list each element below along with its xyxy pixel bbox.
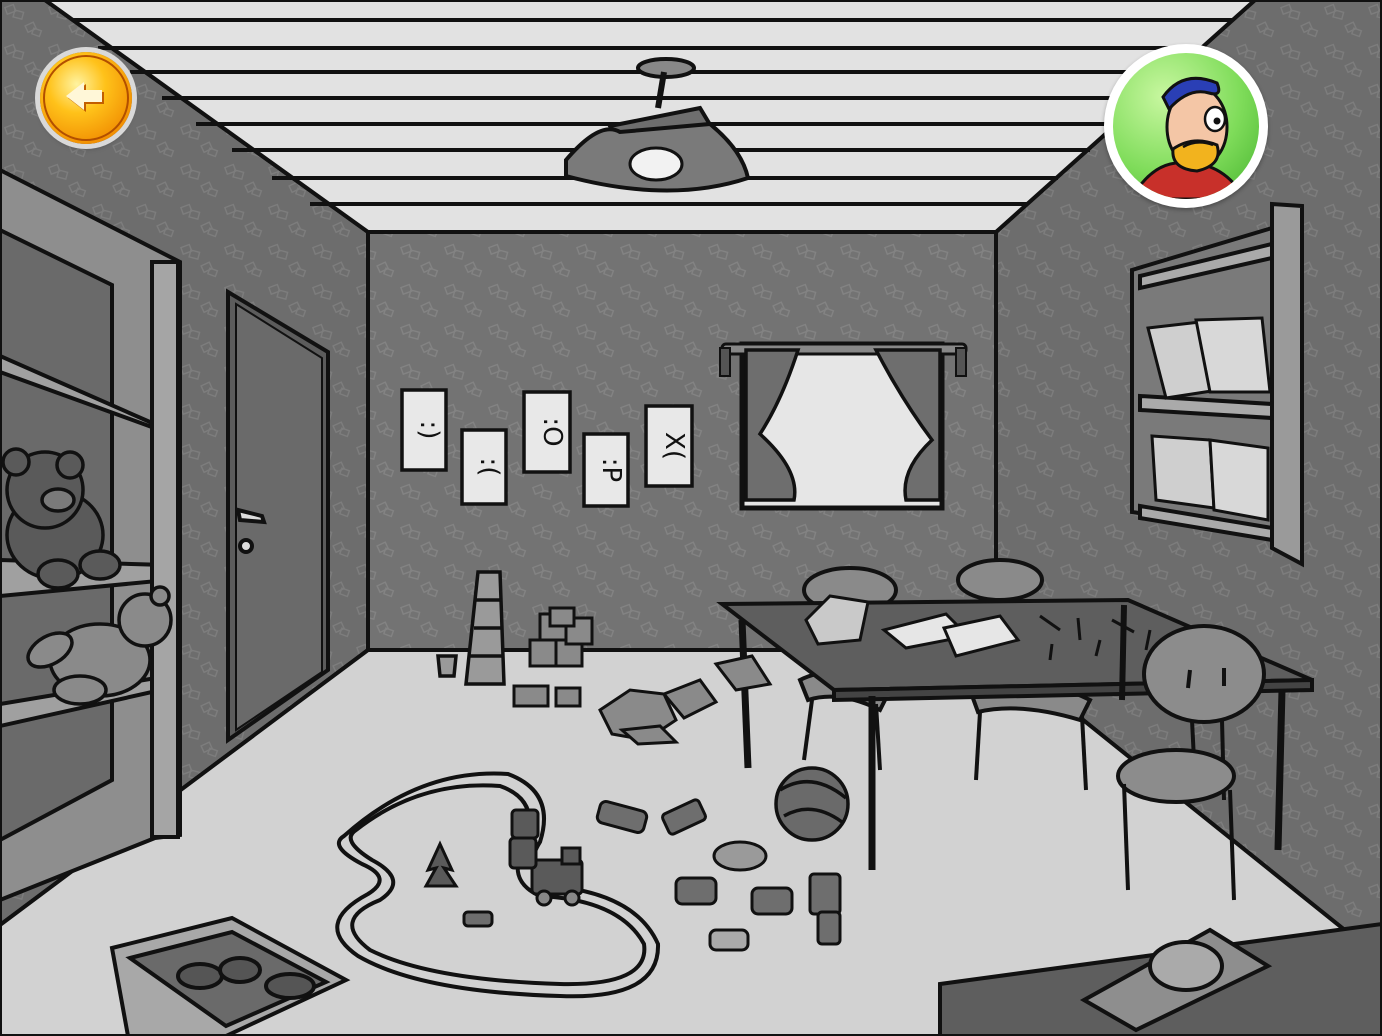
back-button[interactable] — [40, 52, 132, 144]
ball — [774, 766, 850, 842]
door — [226, 288, 330, 744]
character-avatar-button[interactable] — [1104, 44, 1268, 208]
poster-face-tongue: :P — [596, 458, 626, 482]
poster-tongue: :P — [582, 432, 630, 508]
poster-face-angry: X( — [659, 432, 689, 460]
avatar-background — [1113, 53, 1259, 199]
poster-face-happy: :) — [414, 421, 444, 440]
character-avatar-icon — [1129, 76, 1247, 199]
poster-face-sad: :( — [474, 458, 504, 477]
arrow-left-icon — [43, 55, 129, 141]
poster-face-surprised: :O — [537, 417, 567, 446]
poster-sad: :( — [460, 428, 508, 506]
poster-angry: X( — [644, 404, 694, 488]
window — [719, 341, 968, 511]
poster-surprised: :O — [522, 390, 572, 474]
poster-happy: :) — [400, 388, 448, 472]
